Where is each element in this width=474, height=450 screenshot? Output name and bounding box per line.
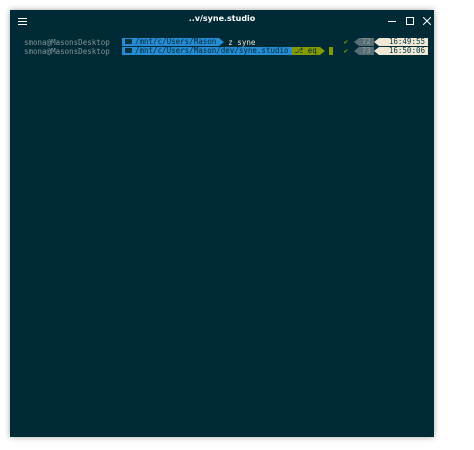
minimize-button[interactable] <box>385 14 399 28</box>
check-icon: ✔ <box>343 47 349 55</box>
folder-icon <box>125 38 132 44</box>
path-segment: /mnt/c/Users/Mason <box>122 37 220 46</box>
segment-arrow <box>319 47 325 55</box>
title-bar[interactable]: ..v/syne.studio <box>10 10 434 32</box>
terminal-cursor[interactable] <box>328 47 333 55</box>
prompt-right: ✔ 73 16:50:06 <box>344 47 428 56</box>
terminal-window: ..v/syne.studio smona@MasonsDesktop/mnt/… <box>10 10 434 437</box>
maximize-button[interactable] <box>403 14 417 28</box>
prompt-time: 16:49:55 <box>378 38 428 46</box>
git-branch: eq <box>307 46 317 55</box>
minimize-icon <box>388 21 396 22</box>
prompt-user: smona@MasonsDesktop <box>24 47 110 56</box>
close-icon <box>423 17 431 25</box>
path-text: /mnt/c/Users/Mason <box>135 37 217 46</box>
window-title: ..v/syne.studio <box>188 14 256 23</box>
terminal-output[interactable]: smona@MasonsDesktop/mnt/c/Users/Mason z s… <box>24 38 428 56</box>
git-segment: ⎇ eq <box>291 46 320 55</box>
folder-icon <box>125 47 132 53</box>
segment-arrow <box>219 38 225 46</box>
path-text: /mnt/c/Users/Mason/dev/syne.studio <box>135 46 289 55</box>
prompt-time: 16:50:06 <box>378 47 428 55</box>
exit-count: 72 <box>358 38 374 46</box>
maximize-icon <box>406 17 414 25</box>
path-segment: /mnt/c/Users/Mason/dev/syne.studio <box>122 47 292 55</box>
prompt-line: smona@MasonsDesktop/mnt/c/Users/Mason/de… <box>24 47 428 56</box>
git-icon: ⎇ <box>294 46 304 55</box>
close-button[interactable] <box>420 14 434 28</box>
prompt-user: smona@MasonsDesktop <box>24 38 110 47</box>
check-icon: ✔ <box>343 38 349 46</box>
exit-count: 73 <box>358 47 374 55</box>
